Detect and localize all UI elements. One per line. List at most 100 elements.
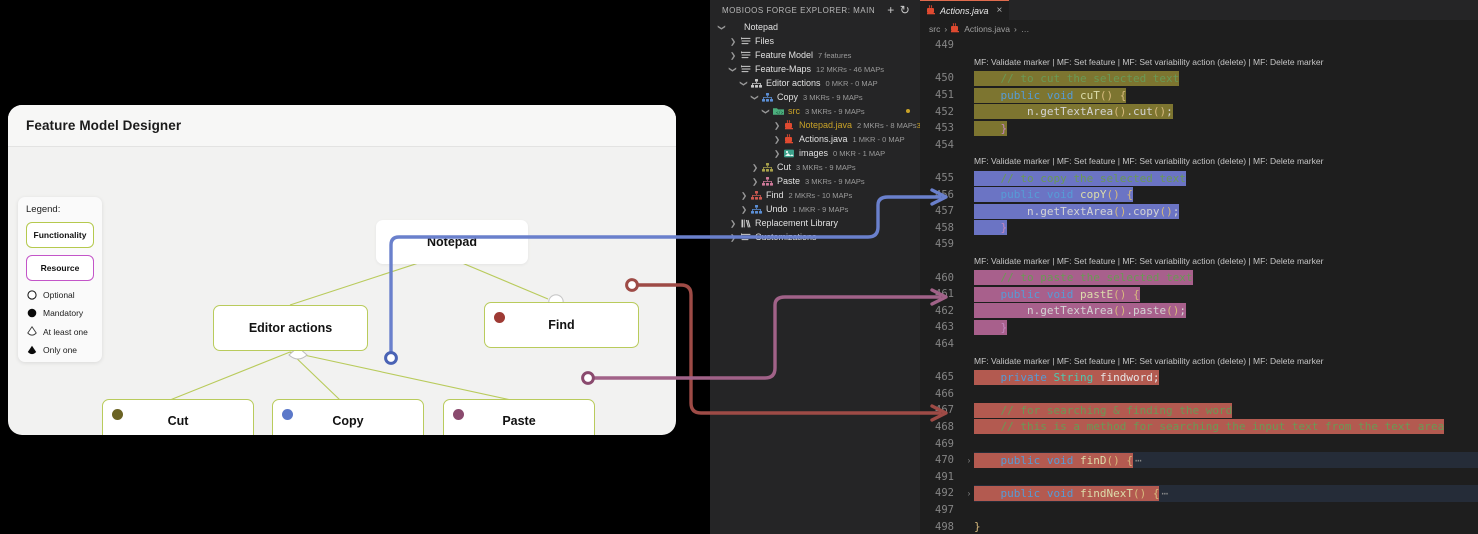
code-token: () bbox=[1113, 286, 1127, 302]
close-icon[interactable]: × bbox=[997, 5, 1003, 16]
marker-annotation-row[interactable]: MF: Validate marker | MF: Set feature | … bbox=[920, 352, 1478, 369]
code-token: public bbox=[1000, 187, 1041, 203]
code-line-459[interactable]: 459 bbox=[920, 236, 1478, 253]
code-line-498[interactable]: 498} bbox=[920, 518, 1478, 534]
chevron-right-icon[interactable]: ❯ bbox=[738, 191, 750, 200]
line-number: 456 bbox=[935, 188, 954, 201]
tree-item-files[interactable]: ❯ Files bbox=[710, 34, 920, 48]
code-lines[interactable]: 449 MF: Validate marker | MF: Set feature… bbox=[920, 37, 1478, 534]
line-number: 463 bbox=[935, 321, 954, 334]
fold-toggle-icon[interactable]: › bbox=[964, 489, 974, 498]
code-line-461[interactable]: 461 public void pastE() { bbox=[920, 286, 1478, 303]
feature-node-copy[interactable]: Copy bbox=[272, 399, 424, 435]
code-line-458[interactable]: 458 } bbox=[920, 220, 1478, 237]
marker-annotation-row[interactable]: MF: Validate marker | MF: Set feature | … bbox=[920, 253, 1478, 270]
code-line-460[interactable]: 460 // to paste the selected text bbox=[920, 269, 1478, 286]
chevron-right-icon[interactable]: ❯ bbox=[727, 51, 739, 60]
tree-item-undo[interactable]: ❯ Undo 1 MKR - 9 MAPs bbox=[710, 202, 920, 216]
feature-node-notepad[interactable]: Notepad bbox=[376, 220, 528, 264]
tree-item-feature-model[interactable]: ❯ Feature Model 7 features bbox=[710, 48, 920, 62]
library-icon bbox=[739, 219, 752, 228]
plus-icon[interactable]: + bbox=[884, 3, 898, 17]
code-token: } bbox=[974, 319, 1008, 335]
feature-node-label: Copy bbox=[332, 414, 364, 428]
chevron-down-icon[interactable]: ❯ bbox=[762, 105, 771, 117]
code-token: finD bbox=[1080, 452, 1107, 468]
breadcrumb-root[interactable]: src bbox=[929, 24, 940, 34]
line-number: 460 bbox=[935, 271, 954, 284]
code-line-492[interactable]: 492 › public void findNexT() {⋯ bbox=[920, 485, 1478, 502]
code-line-454[interactable]: 454 bbox=[920, 137, 1478, 154]
code-line-491[interactable]: 491 bbox=[920, 468, 1478, 485]
code-line-449[interactable]: 449 bbox=[920, 37, 1478, 54]
breadcrumb-file[interactable]: Actions.java bbox=[964, 24, 1010, 34]
chevron-down-icon[interactable]: ❯ bbox=[751, 91, 760, 103]
code-line-497[interactable]: 497 bbox=[920, 502, 1478, 519]
chevron-down-icon[interactable]: ❯ bbox=[729, 63, 738, 75]
java-icon bbox=[951, 22, 960, 35]
tree-item-notepad-java[interactable]: ❯ Notepad.java 2 MKRs - 8 MAPs 3 bbox=[710, 118, 921, 132]
marker-annotation-row[interactable]: MF: Validate marker | MF: Set feature | … bbox=[920, 54, 1478, 71]
tree-item-replacement-library[interactable]: ❯ Replacement Library bbox=[710, 216, 920, 230]
tab-actions-java[interactable]: Actions.java × bbox=[920, 0, 1010, 20]
folded-ellipsis[interactable]: ⋯ bbox=[1161, 487, 1168, 500]
feature-node-paste[interactable]: Paste bbox=[443, 399, 595, 435]
tree-item-find[interactable]: ❯ Find 2 MKRs - 10 MAPs bbox=[710, 188, 920, 202]
feature-model-canvas[interactable]: Legend: Functionality Resource Optional … bbox=[8, 147, 676, 435]
code-line-467[interactable]: 467 // for searching & finding the word bbox=[920, 402, 1478, 419]
code-line-455[interactable]: 455 // to copy the selected text bbox=[920, 170, 1478, 187]
chevron-right-icon[interactable]: ❯ bbox=[749, 163, 761, 172]
feature-node-editor-actions[interactable]: Editor actions bbox=[213, 305, 368, 351]
tree-item-label: Editor actions bbox=[766, 78, 821, 88]
code-line-465[interactable]: 465 private String findword; bbox=[920, 369, 1478, 386]
code-line-462[interactable]: 462 n.getTextArea().paste(); bbox=[920, 303, 1478, 320]
explorer-tree[interactable]: ❯ Notepad ❯ Files ❯ Feature Model 7 features ❯ F… bbox=[710, 20, 921, 244]
code-line-463[interactable]: 463 } bbox=[920, 319, 1478, 336]
code-line-468[interactable]: 468 // this is a method for searching th… bbox=[920, 419, 1478, 436]
code-line-466[interactable]: 466 bbox=[920, 385, 1478, 402]
folded-ellipsis[interactable]: ⋯ bbox=[1135, 454, 1142, 467]
code-line-464[interactable]: 464 bbox=[920, 336, 1478, 353]
code-token: // for searching & finding the word bbox=[974, 402, 1233, 418]
tree-item-src[interactable]: ❯ </> src 3 MKRs - 9 MAPs bbox=[710, 104, 920, 118]
tree-item-copy[interactable]: ❯ Copy 3 MKRs - 9 MAPs bbox=[710, 90, 920, 104]
chevron-right-icon[interactable]: ❯ bbox=[771, 121, 783, 130]
feature-node-find[interactable]: Find bbox=[484, 302, 639, 348]
chevron-down-icon[interactable]: ❯ bbox=[740, 77, 749, 89]
chevron-right-icon[interactable]: ❯ bbox=[727, 233, 739, 242]
code-token: () bbox=[1106, 187, 1120, 203]
code-line-453[interactable]: 453 } bbox=[920, 120, 1478, 137]
code-line-451[interactable]: 451 public void cuT() { bbox=[920, 87, 1478, 104]
refresh-icon[interactable]: ↻ bbox=[898, 3, 912, 17]
code-line-457[interactable]: 457 n.getTextArea().copy(); bbox=[920, 203, 1478, 220]
chevron-right-icon[interactable]: ❯ bbox=[727, 219, 739, 228]
tree-item-customizations[interactable]: ❯ Customizations bbox=[710, 230, 920, 244]
chevron-right-icon[interactable]: ❯ bbox=[771, 149, 783, 158]
breadcrumb[interactable]: src › Actions.java › … bbox=[920, 20, 1478, 37]
fold-toggle-icon[interactable]: › bbox=[964, 456, 974, 465]
code-token: () bbox=[1132, 485, 1147, 501]
tree-item-actions-java[interactable]: ❯ Actions.java 1 MKR - 0 MAP bbox=[710, 132, 920, 146]
tree-item-feature-maps[interactable]: ❯ Feature-Maps 12 MKRs - 46 MAPs bbox=[710, 62, 920, 76]
tree-item-editor-actions[interactable]: ❯ Editor actions 0 MKR - 0 MAP bbox=[710, 76, 920, 90]
code-line-469[interactable]: 469 bbox=[920, 435, 1478, 452]
code-text: // to cut the selected text bbox=[974, 70, 1180, 86]
feature-node-cut[interactable]: Cut bbox=[102, 399, 254, 435]
marker-annotation-row[interactable]: MF: Validate marker | MF: Set feature | … bbox=[920, 153, 1478, 170]
code-line-452[interactable]: 452 n.getTextArea().cut(); bbox=[920, 103, 1478, 120]
breadcrumb-more[interactable]: … bbox=[1021, 24, 1030, 34]
code-line-456[interactable]: 456 public void copY() { bbox=[920, 186, 1478, 203]
tree-item-paste[interactable]: ❯ Paste 3 MKRs - 9 MAPs bbox=[710, 174, 920, 188]
code-line-470[interactable]: 470 › public void finD() {⋯ bbox=[920, 451, 1478, 469]
explorer-sidebar[interactable]: MOBIOOS FORGE EXPLORER: MAIN + ↻ ❯ Notepa… bbox=[710, 0, 921, 534]
tree-item-cut[interactable]: ❯ Cut 3 MKRs - 9 MAPs bbox=[710, 160, 920, 174]
code-token: () bbox=[1159, 203, 1173, 219]
chevron-right-icon[interactable]: ❯ bbox=[727, 37, 739, 46]
code-line-450[interactable]: 450 // to cut the selected text bbox=[920, 70, 1478, 87]
tree-item-images[interactable]: ❯ images 0 MKR - 1 MAP bbox=[710, 146, 920, 160]
chevron-right-icon[interactable]: ❯ bbox=[749, 177, 761, 186]
chevron-right-icon[interactable]: ❯ bbox=[738, 205, 750, 214]
chevron-right-icon[interactable]: ❯ bbox=[771, 135, 783, 144]
tree-item-notepad[interactable]: ❯ Notepad bbox=[710, 20, 920, 34]
chevron-down-icon[interactable]: ❯ bbox=[718, 21, 727, 33]
